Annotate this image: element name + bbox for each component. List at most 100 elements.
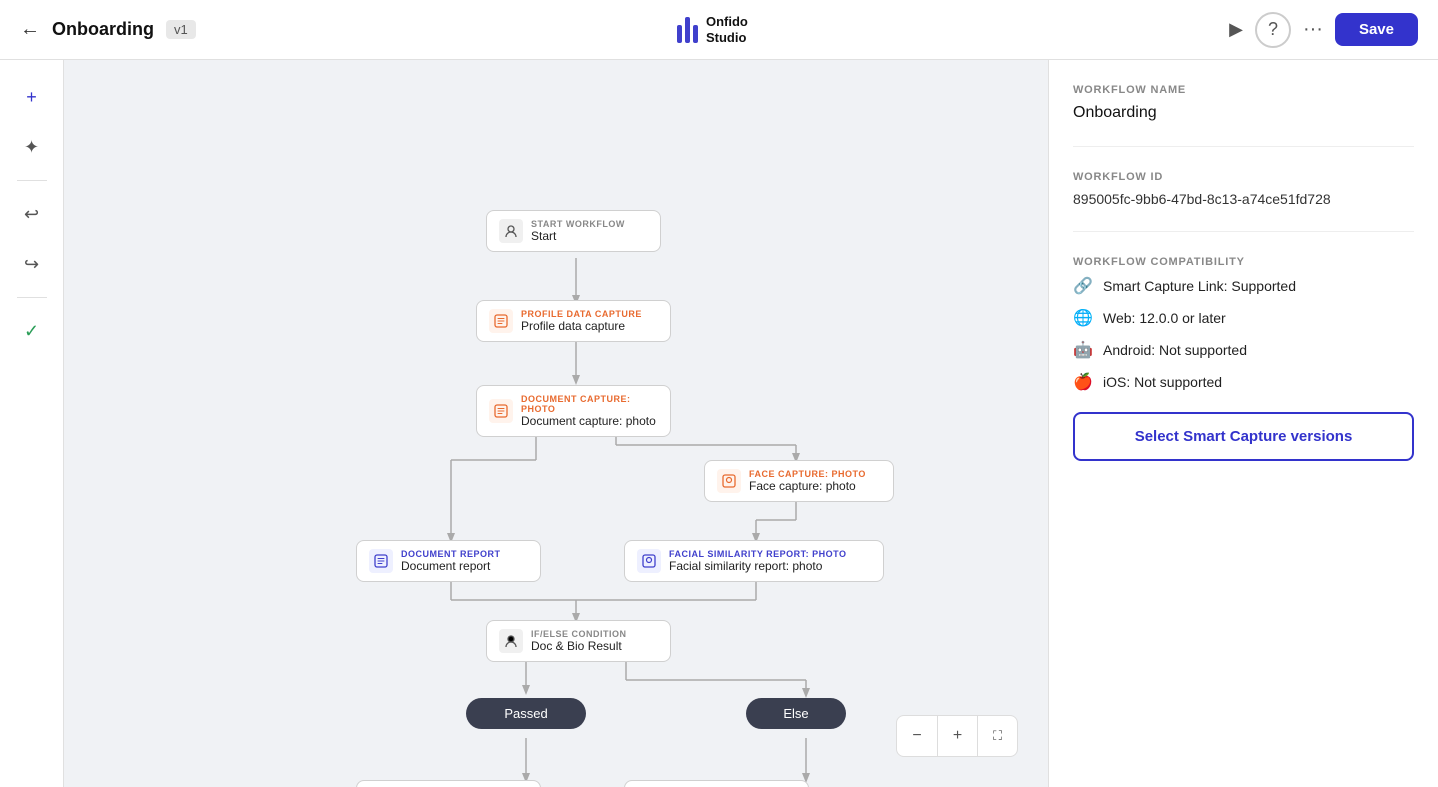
fit-button[interactable]: ⛶: [977, 716, 1017, 756]
doc-report-type: DOCUMENT REPORT: [401, 549, 501, 559]
compat-ios: 🍎 iOS: Not supported: [1073, 372, 1414, 392]
help-button[interactable]: ?: [1255, 12, 1291, 48]
profile-capture-labels: PROFILE DATA CAPTURE Profile data captur…: [521, 309, 642, 333]
canvas: START WORKFLOW Start PROFILE DATA CAPTUR…: [64, 60, 1048, 787]
approve-node[interactable]: APPROVE APPLICANT Approve applicant: [356, 780, 541, 787]
workflow-compat-section: WORKFLOW COMPATIBILITY 🔗 Smart Capture L…: [1073, 256, 1414, 485]
doc-capture-node[interactable]: DOCUMENT CAPTURE: PHOTO Document capture…: [476, 385, 671, 437]
magic-button[interactable]: ✦: [11, 126, 53, 168]
undo-button[interactable]: ↩: [11, 193, 53, 235]
connector-lines: [156, 100, 956, 787]
start-node-labels: START WORKFLOW Start: [531, 219, 625, 243]
ifelse-type: IF/ELSE CONDITION: [531, 629, 627, 639]
doc-capture-name: Document capture: photo: [521, 414, 658, 428]
undo-icon: ↩: [24, 204, 39, 225]
select-versions-button[interactable]: Select Smart Capture versions: [1073, 412, 1414, 461]
logo-text: Onfido Studio: [706, 14, 748, 45]
redo-button[interactable]: ↪: [11, 243, 53, 285]
ifelse-labels: IF/ELSE CONDITION Doc & Bio Result: [531, 629, 627, 653]
workflow-id-value: 895005fc-9bb6-47bd-8c13-a74ce51fd728: [1073, 191, 1414, 207]
else-pill[interactable]: Else: [746, 698, 846, 729]
workflow-compat-label: WORKFLOW COMPATIBILITY: [1073, 256, 1414, 268]
android-icon: 🤖: [1073, 340, 1093, 360]
workflow-name-section: WORKFLOW NAME Onboarding: [1073, 84, 1414, 147]
onfido-logo-icon: [677, 17, 698, 43]
compat-smart-capture: 🔗 Smart Capture Link: Supported: [1073, 276, 1414, 296]
magic-icon: ✦: [24, 137, 39, 158]
passed-pill-label: Passed: [504, 706, 547, 721]
zoom-out-button[interactable]: −: [897, 716, 937, 756]
compat-ios-text: iOS: Not supported: [1103, 374, 1222, 390]
header: ← Onboarding v1 Onfido Studio ▶ ? ··· Sa…: [0, 0, 1438, 60]
facial-report-node[interactable]: FACIAL SIMILARITY REPORT: PHOTO Facial s…: [624, 540, 884, 582]
workflow-title: Onboarding: [52, 19, 154, 40]
apple-icon: 🍎: [1073, 372, 1093, 392]
doc-report-node[interactable]: DOCUMENT REPORT Document report: [356, 540, 541, 582]
globe-icon: 🌐: [1073, 308, 1093, 328]
profile-capture-name: Profile data capture: [521, 319, 642, 333]
doc-capture-labels: DOCUMENT CAPTURE: PHOTO Document capture…: [521, 394, 658, 428]
doc-report-labels: DOCUMENT REPORT Document report: [401, 549, 501, 573]
check-button[interactable]: ✓: [11, 310, 53, 352]
workflow-id-section: WORKFLOW ID 895005fc-9bb6-47bd-8c13-a74c…: [1073, 171, 1414, 232]
logo-bar-1: [677, 25, 682, 43]
zoom-in-button[interactable]: +: [937, 716, 977, 756]
ifelse-icon: [499, 629, 523, 653]
profile-capture-type: PROFILE DATA CAPTURE: [521, 309, 642, 319]
workflow-name-label: WORKFLOW NAME: [1073, 84, 1414, 96]
header-center: Onfido Studio: [677, 14, 748, 45]
review-node[interactable]: REVIEW APPLICANT Review applicant: [624, 780, 809, 787]
toolbar-separator-2: [17, 297, 47, 298]
facial-report-name: Facial similarity report: photo: [669, 559, 847, 573]
header-left: ← Onboarding v1: [20, 18, 196, 41]
start-node-icon: [499, 219, 523, 243]
passed-pill[interactable]: Passed: [466, 698, 586, 729]
back-button[interactable]: ←: [20, 18, 40, 41]
doc-report-icon: [369, 549, 393, 573]
logo-bar-2: [685, 17, 690, 43]
link-icon: 🔗: [1073, 276, 1093, 296]
face-capture-name: Face capture: photo: [749, 479, 866, 493]
fit-icon: ⛶: [993, 728, 1002, 744]
start-node[interactable]: START WORKFLOW Start: [486, 210, 661, 252]
face-capture-type: FACE CAPTURE: PHOTO: [749, 469, 866, 479]
else-pill-label: Else: [783, 706, 808, 721]
left-toolbar: + ✦ ↩ ↪ ✓: [0, 60, 64, 787]
workflow-id-label: WORKFLOW ID: [1073, 171, 1414, 183]
start-node-type: START WORKFLOW: [531, 219, 625, 229]
facial-report-icon: [637, 549, 661, 573]
ifelse-node[interactable]: IF/ELSE CONDITION Doc & Bio Result: [486, 620, 671, 662]
profile-capture-node[interactable]: PROFILE DATA CAPTURE Profile data captur…: [476, 300, 671, 342]
profile-capture-icon: [489, 309, 513, 333]
facial-report-labels: FACIAL SIMILARITY REPORT: PHOTO Facial s…: [669, 549, 847, 573]
workflow-name-value: Onboarding: [1073, 104, 1414, 122]
header-right: ▶ ? ··· Save: [1229, 12, 1418, 48]
version-badge: v1: [166, 20, 196, 39]
main-layout: + ✦ ↩ ↪ ✓: [0, 60, 1438, 787]
toolbar-separator-1: [17, 180, 47, 181]
check-icon: ✓: [24, 321, 39, 342]
face-capture-icon: [717, 469, 741, 493]
compat-smart-capture-text: Smart Capture Link: Supported: [1103, 278, 1296, 294]
more-button[interactable]: ···: [1303, 18, 1323, 41]
play-button[interactable]: ▶: [1229, 19, 1243, 40]
doc-report-name: Document report: [401, 559, 501, 573]
zoom-in-icon: +: [953, 727, 962, 745]
compat-web: 🌐 Web: 12.0.0 or later: [1073, 308, 1414, 328]
logo-bar-3: [693, 25, 698, 43]
compat-android: 🤖 Android: Not supported: [1073, 340, 1414, 360]
add-button[interactable]: +: [11, 76, 53, 118]
compat-web-text: Web: 12.0.0 or later: [1103, 310, 1226, 326]
zoom-controls: − + ⛶: [896, 715, 1018, 757]
zoom-out-icon: −: [912, 727, 921, 745]
ifelse-name: Doc & Bio Result: [531, 639, 627, 653]
plus-icon: +: [26, 87, 37, 108]
face-capture-node[interactable]: FACE CAPTURE: PHOTO Face capture: photo: [704, 460, 894, 502]
face-capture-labels: FACE CAPTURE: PHOTO Face capture: photo: [749, 469, 866, 493]
doc-capture-icon: [489, 399, 513, 423]
save-button[interactable]: Save: [1335, 13, 1418, 46]
redo-icon: ↪: [24, 254, 39, 275]
right-panel: WORKFLOW NAME Onboarding WORKFLOW ID 895…: [1048, 60, 1438, 787]
doc-capture-type: DOCUMENT CAPTURE: PHOTO: [521, 394, 658, 414]
compat-android-text: Android: Not supported: [1103, 342, 1247, 358]
